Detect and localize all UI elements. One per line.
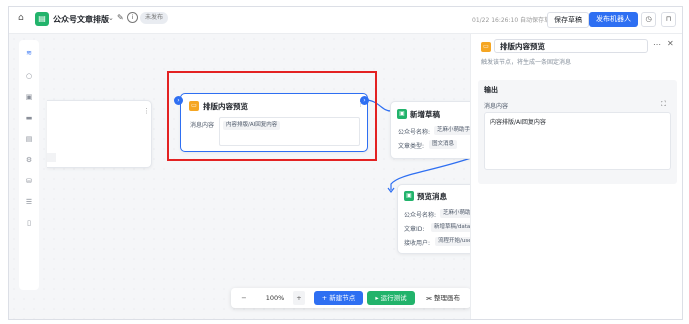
chip-stub (47, 153, 56, 162)
field-label: 文章类型: (398, 143, 425, 150)
node-title: 预览消息 (417, 192, 447, 201)
expand-icon[interactable]: ⛶ (661, 100, 666, 109)
run-test-button[interactable]: ▸ 运行测试 (367, 291, 415, 305)
more-icon[interactable]: ⋯ (653, 40, 661, 49)
node-title: 新增草稿 (410, 110, 440, 119)
field-label: 公众号名称: (398, 129, 431, 136)
edit-icon[interactable]: ✎ (117, 13, 124, 22)
bottom-toolbar: − 100% + + 新建节点 ▸ 运行测试 ⫘ 整理画布 (231, 288, 471, 308)
node-config-panel: ▭ 排版内容预览 ⋯ ✕ 触发该节点，将生成一条固定消息 输出 消息内容 ⛶ 内… (470, 34, 682, 319)
message-content-field[interactable]: 内容排版/AI回复内容 (484, 112, 671, 170)
field-label: 公众号名称: (404, 212, 437, 219)
home-icon[interactable]: ⌂ (18, 13, 24, 23)
top-bar: ⌂ ▤ 公众号文章排版 ⌄ ✎ i 未发布 01/22 16:26:10 自动保… (9, 7, 682, 34)
output-section: 输出 消息内容 ⛶ 内容排版/AI回复内容 (478, 80, 677, 184)
save-status-text: 01/22 16:26:10 自动保存草稿 (472, 17, 557, 24)
add-node-button[interactable]: + 新建节点 (314, 291, 363, 305)
field-label: 文章ID: (404, 226, 425, 233)
close-icon[interactable]: ✕ (667, 39, 674, 48)
panel-title-input[interactable]: 排版内容预览 (494, 39, 648, 53)
app-logo-icon: ▤ (35, 12, 49, 26)
message-node-icon: ▭ (481, 42, 491, 52)
previous-node[interactable]: ⋮ (47, 100, 152, 168)
preview-message-node[interactable]: ▣ 预览消息 公众号名称: 芝麻小萌助手 文章ID: 新增草稿/data/m 接… (397, 184, 482, 254)
panel-description: 触发该节点，将生成一条固定消息 (481, 59, 572, 66)
highlight-box (167, 71, 377, 161)
save-draft-button[interactable]: 保存草稿 (547, 12, 589, 28)
field-label: 接收用户: (404, 240, 431, 247)
clock-icon[interactable]: ◷ (641, 12, 656, 27)
zoom-in-button[interactable]: + (293, 291, 305, 305)
add-draft-node[interactable]: ▣ 新增草稿 公众号名称: 芝麻小萌助手 文章类型: 图文消息 (390, 101, 481, 159)
field-value-chip: 图文消息 (429, 140, 458, 149)
field-label: 消息内容 (484, 103, 509, 110)
zoom-level: 100% (265, 294, 285, 302)
wechat-node-icon: ▣ (404, 191, 414, 201)
info-icon[interactable]: i (127, 12, 138, 23)
section-title: 输出 (484, 86, 498, 94)
arrange-canvas-button[interactable]: ⫘ 整理画布 (419, 291, 467, 305)
zoom-out-button[interactable]: − (237, 291, 251, 305)
wechat-node-icon: ▣ (397, 109, 407, 119)
app-window: ⌂ ▤ 公众号文章排版 ⌄ ✎ i 未发布 01/22 16:26:10 自动保… (8, 6, 683, 320)
status-badge: 未发布 (140, 12, 169, 24)
lock-icon[interactable]: ⊓ (661, 12, 676, 27)
app-title: 公众号文章排版 (53, 15, 109, 24)
more-icon[interactable]: ⋮ (143, 107, 150, 115)
chevron-down-icon[interactable]: ⌄ (108, 14, 114, 22)
publish-button[interactable]: 发布机器人 (589, 12, 638, 27)
